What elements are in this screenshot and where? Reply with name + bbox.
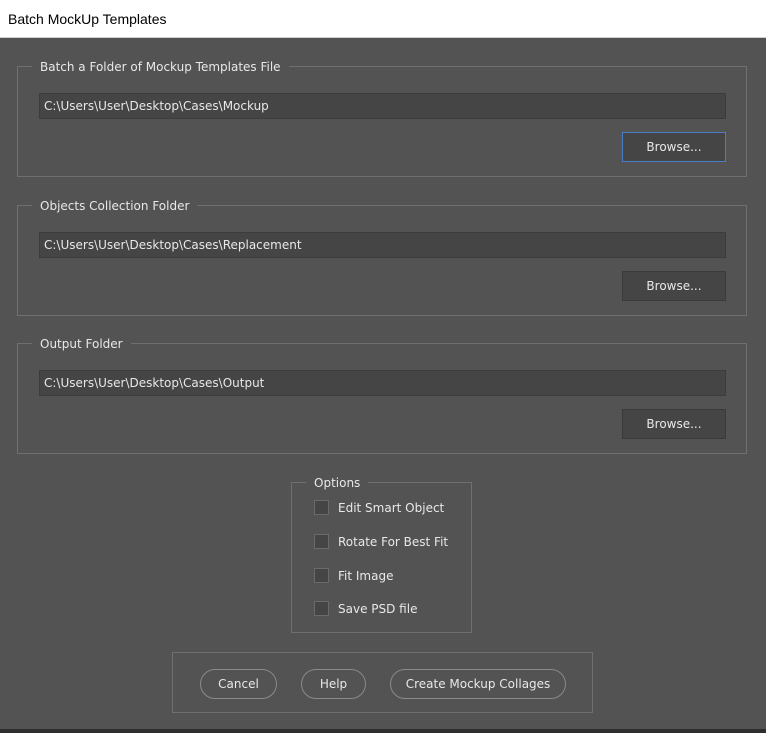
output-folder-legend: Output Folder	[32, 336, 131, 352]
fit-image-checkbox[interactable]	[314, 568, 329, 583]
cancel-button[interactable]: Cancel	[200, 669, 277, 699]
help-button[interactable]: Help	[301, 669, 366, 699]
fit-image-label: Fit Image	[338, 569, 394, 583]
objects-browse-button[interactable]: Browse...	[622, 271, 726, 301]
output-folder-group: Output Folder Browse...	[17, 336, 747, 454]
objects-folder-path-input[interactable]	[39, 232, 726, 258]
mockup-folder-group: Batch a Folder of Mockup Templates File …	[17, 59, 747, 177]
mockup-folder-legend: Batch a Folder of Mockup Templates File	[32, 59, 289, 75]
options-legend: Options	[306, 475, 369, 491]
output-browse-button[interactable]: Browse...	[622, 409, 726, 439]
save-psd-file-checkbox[interactable]	[314, 601, 329, 616]
output-folder-path-input[interactable]	[39, 370, 726, 396]
options-group: Options Edit Smart Object Rotate For Bes…	[291, 475, 472, 633]
mockup-folder-path-input[interactable]	[39, 93, 726, 119]
edit-smart-object-checkbox[interactable]	[314, 500, 329, 515]
objects-folder-group: Objects Collection Folder Browse...	[17, 198, 747, 316]
edit-smart-object-label: Edit Smart Object	[338, 501, 445, 515]
window-bottom-edge	[0, 729, 766, 733]
objects-folder-legend: Objects Collection Folder	[32, 198, 198, 214]
create-mockup-collages-button[interactable]: Create Mockup Collages	[390, 669, 566, 699]
mockup-browse-button[interactable]: Browse...	[622, 132, 726, 162]
rotate-for-best-fit-label: Rotate For Best Fit	[338, 535, 449, 549]
rotate-for-best-fit-checkbox[interactable]	[314, 534, 329, 549]
title-bar: Batch MockUp Templates	[0, 0, 766, 38]
save-psd-file-label: Save PSD file	[338, 602, 418, 616]
action-buttons-panel: Cancel Help Create Mockup Collages	[172, 652, 593, 713]
window-title: Batch MockUp Templates	[8, 11, 167, 27]
